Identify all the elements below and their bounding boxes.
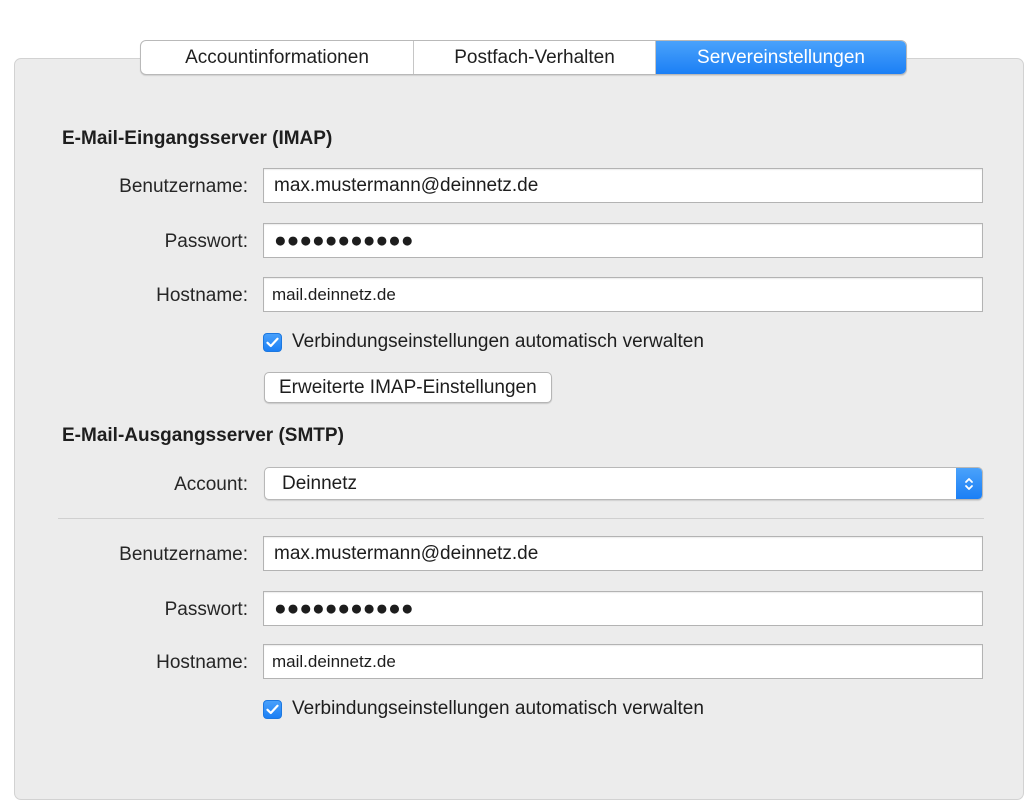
smtp-auto-manage-label: Verbindungseinstellungen automatisch ver… (292, 698, 704, 719)
imap-password-label: Passwort: (164, 231, 248, 252)
imap-hostname-label: Hostname: (156, 285, 248, 306)
imap-auto-manage-label: Verbindungseinstellungen automatisch ver… (292, 331, 704, 352)
smtp-username-field[interactable]: max.mustermann@deinnetz.de (263, 536, 983, 571)
checkmark-icon[interactable] (263, 332, 282, 352)
smtp-account-value: Deinnetz (282, 473, 357, 494)
advanced-imap-settings-button[interactable]: Erweiterte IMAP-Einstellungen (264, 372, 552, 403)
imap-auto-manage-checkbox[interactable]: Verbindungseinstellungen automatisch ver… (263, 330, 704, 354)
imap-username-label: Benutzername: (119, 176, 248, 197)
imap-username-field[interactable]: max.mustermann@deinnetz.de (263, 168, 983, 203)
smtp-hostname-field[interactable]: mail.deinnetz.de (263, 644, 983, 679)
section-divider (58, 518, 984, 519)
smtp-section-title: E-Mail-Ausgangsserver (SMTP) (62, 425, 344, 446)
smtp-password-label: Passwort: (164, 599, 248, 620)
tab-bar: Accountinformationen Postfach-Verhalten … (140, 40, 907, 75)
imap-password-field[interactable]: ●●●●●●●●●●● (263, 223, 983, 258)
imap-hostname-field[interactable]: mail.deinnetz.de (263, 277, 983, 312)
smtp-auto-manage-checkbox[interactable]: Verbindungseinstellungen automatisch ver… (263, 697, 704, 721)
smtp-account-label: Account: (174, 474, 248, 495)
smtp-password-field[interactable]: ●●●●●●●●●●● (263, 591, 983, 626)
checkmark-icon[interactable] (263, 699, 282, 719)
smtp-hostname-label: Hostname: (156, 652, 248, 673)
smtp-username-label: Benutzername: (119, 544, 248, 565)
tab-postfach-verhalten[interactable]: Postfach-Verhalten (414, 41, 656, 74)
up-down-chevron-icon[interactable] (956, 468, 982, 499)
tab-servereinstellungen[interactable]: Servereinstellungen (656, 41, 906, 74)
smtp-account-select[interactable]: Deinnetz (264, 467, 983, 500)
tab-accountinformationen[interactable]: Accountinformationen (141, 41, 414, 74)
imap-section-title: E-Mail-Eingangsserver (IMAP) (62, 128, 333, 149)
